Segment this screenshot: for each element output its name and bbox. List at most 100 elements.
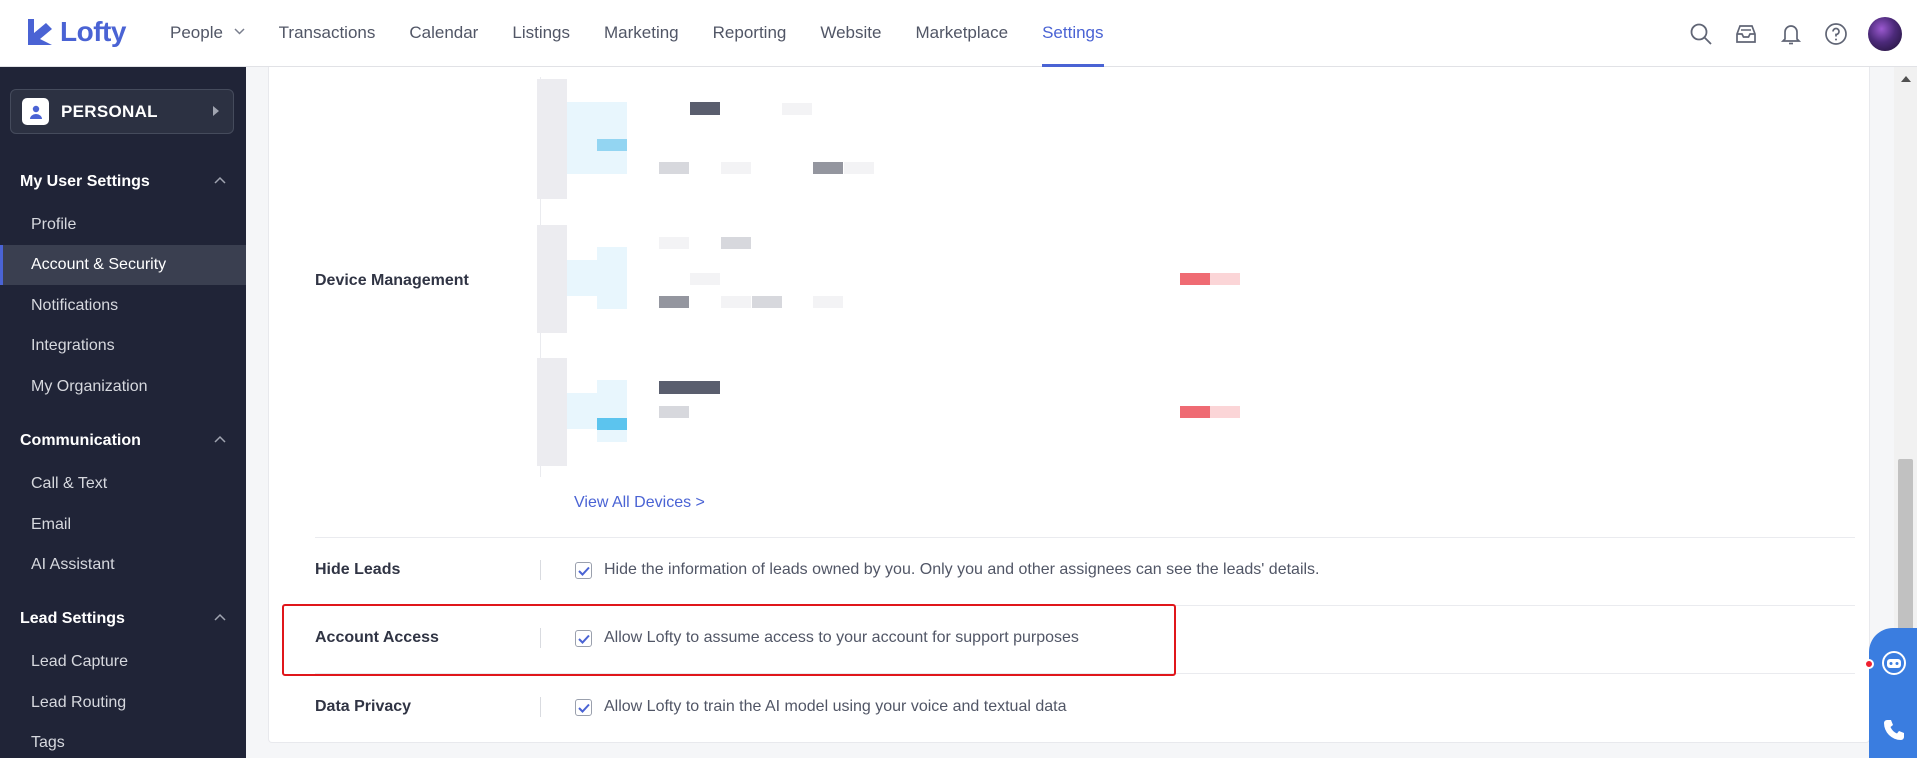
redacted-text xyxy=(721,237,751,249)
nav-people-label: People xyxy=(170,23,223,42)
settings-sidebar: PERSONAL My User Settings Profile Accoun… xyxy=(0,67,246,758)
section-title: Communication xyxy=(20,432,141,449)
view-all-devices-link[interactable]: View All Devices > xyxy=(574,494,705,512)
redacted-text xyxy=(782,103,812,115)
chat-bot-icon[interactable] xyxy=(1881,650,1907,676)
main-content: Device Management View All Devices > Hid… xyxy=(246,67,1897,758)
data-privacy-label: Data Privacy xyxy=(315,698,412,715)
chevron-up-icon xyxy=(214,613,226,621)
help-icon[interactable] xyxy=(1823,21,1849,47)
nav-marketing[interactable]: Marketing xyxy=(604,0,679,67)
chevron-down-icon xyxy=(234,28,245,35)
device-thumbnail xyxy=(567,260,597,296)
notification-dot xyxy=(1864,659,1874,669)
search-icon[interactable] xyxy=(1688,21,1714,47)
divider xyxy=(540,560,541,580)
device-thumbnail xyxy=(537,358,567,466)
sidebar-item-lead-routing[interactable]: Lead Routing xyxy=(0,683,246,723)
avatar[interactable] xyxy=(1868,16,1902,51)
redacted-text xyxy=(659,162,689,174)
nav-transactions[interactable]: Transactions xyxy=(279,0,376,67)
bell-icon[interactable] xyxy=(1778,21,1804,47)
hide-leads-label: Hide Leads xyxy=(315,561,401,578)
redacted-text xyxy=(752,296,782,308)
section-communication[interactable]: Communication xyxy=(0,426,246,456)
device-status xyxy=(1180,273,1210,285)
account-access-text: Allow Lofty to assume access to your acc… xyxy=(604,629,1079,646)
data-privacy-checkbox[interactable] xyxy=(575,699,592,716)
data-privacy-text: Allow Lofty to train the AI model using … xyxy=(604,698,1067,715)
phone-icon[interactable] xyxy=(1882,718,1906,742)
nav-reporting[interactable]: Reporting xyxy=(713,0,787,67)
device-status xyxy=(1210,273,1240,285)
device-management-label: Device Management xyxy=(315,272,469,289)
sidebar-item-ai-assistant[interactable]: AI Assistant xyxy=(0,545,246,585)
main-nav: People Transactions Calendar Listings Ma… xyxy=(170,0,1138,67)
account-access-checkbox[interactable] xyxy=(575,630,592,647)
chevron-up-icon xyxy=(214,176,226,184)
device-thumbnail xyxy=(597,418,627,430)
checkmark-icon xyxy=(577,566,590,576)
sidebar-item-lead-capture[interactable]: Lead Capture xyxy=(0,642,246,682)
nav-listings[interactable]: Listings xyxy=(512,0,570,67)
device-thumbnail xyxy=(597,247,627,309)
redacted-text xyxy=(659,406,689,418)
redacted-text xyxy=(659,296,689,308)
device-thumbnail xyxy=(537,79,567,199)
sidebar-item-tags[interactable]: Tags xyxy=(0,723,246,758)
nav-website[interactable]: Website xyxy=(820,0,881,67)
redacted-text xyxy=(813,162,843,174)
workspace-switcher[interactable]: PERSONAL xyxy=(10,89,234,134)
caret-right-icon xyxy=(213,106,219,116)
sidebar-item-email[interactable]: Email xyxy=(0,505,246,545)
nav-calendar[interactable]: Calendar xyxy=(409,0,478,67)
divider xyxy=(540,628,541,648)
divider xyxy=(315,673,1855,674)
checkmark-icon xyxy=(577,703,590,713)
lofty-logo-icon xyxy=(28,19,52,45)
account-security-card: Device Management View All Devices > Hid… xyxy=(268,67,1870,743)
user-icon xyxy=(22,98,49,125)
device-thumbnail xyxy=(597,380,627,442)
device-thumbnail xyxy=(597,139,627,151)
redacted-text xyxy=(690,102,720,115)
nav-icon-group xyxy=(1688,0,1917,67)
inbox-icon[interactable] xyxy=(1733,21,1759,47)
redacted-text xyxy=(721,296,751,308)
logo-text: Lofty xyxy=(60,16,126,47)
hide-leads-checkbox[interactable] xyxy=(575,562,592,579)
sidebar-item-call-text[interactable]: Call & Text xyxy=(0,464,246,504)
lofty-logo[interactable]: Lofty xyxy=(26,16,126,48)
scroll-up-arrow-icon[interactable] xyxy=(1901,76,1911,82)
device-thumbnail xyxy=(597,102,627,174)
support-widget[interactable] xyxy=(1869,628,1917,758)
redacted-text xyxy=(813,296,843,308)
section-title: Lead Settings xyxy=(20,610,125,627)
redacted-text xyxy=(844,162,874,174)
sidebar-item-profile[interactable]: Profile xyxy=(0,205,246,245)
divider xyxy=(315,537,1855,538)
nav-people[interactable]: People xyxy=(170,0,245,67)
sidebar-item-account-security[interactable]: Account & Security xyxy=(0,245,246,285)
divider xyxy=(315,605,1855,606)
sidebar-item-my-organization[interactable]: My Organization xyxy=(0,367,246,407)
redacted-text xyxy=(659,237,689,249)
device-thumbnail xyxy=(537,225,567,333)
section-my-user-settings[interactable]: My User Settings xyxy=(0,167,246,197)
nav-settings[interactable]: Settings xyxy=(1042,0,1104,67)
sidebar-item-integrations[interactable]: Integrations xyxy=(0,326,246,366)
chevron-up-icon xyxy=(214,435,226,443)
device-thumbnail xyxy=(567,393,597,429)
device-thumbnail xyxy=(567,102,597,174)
checkmark-icon xyxy=(577,634,590,644)
device-status xyxy=(1180,406,1210,418)
nav-marketplace[interactable]: Marketplace xyxy=(915,0,1008,67)
redacted-text xyxy=(690,273,720,285)
device-status xyxy=(1210,406,1240,418)
workspace-label: PERSONAL xyxy=(61,101,158,121)
section-lead-settings[interactable]: Lead Settings xyxy=(0,604,246,634)
hide-leads-text: Hide the information of leads owned by y… xyxy=(604,561,1320,578)
sidebar-item-notifications[interactable]: Notifications xyxy=(0,286,246,326)
account-access-label: Account Access xyxy=(315,629,439,646)
top-navigation: Lofty People Transactions Calendar Listi… xyxy=(0,0,1917,67)
